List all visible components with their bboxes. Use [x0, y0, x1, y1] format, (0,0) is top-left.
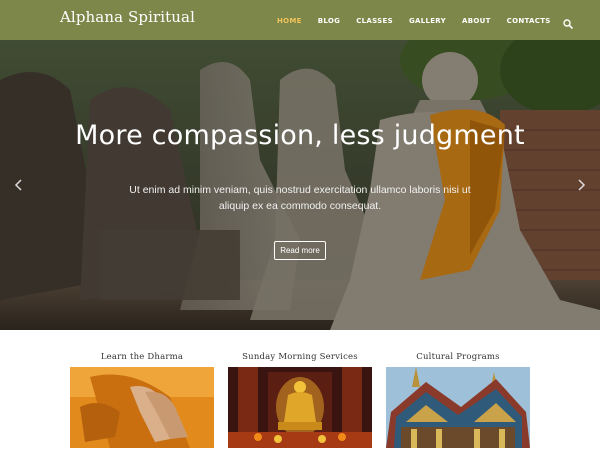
praying-hands-image[interactable] — [70, 367, 214, 448]
site-header: Alphana Spiritual HOME BLOG CLASSES GALL… — [0, 0, 600, 40]
golden-buddha-shrine-image[interactable] — [228, 367, 372, 448]
nav-item-classes[interactable]: CLASSES — [356, 17, 393, 25]
nav-item-about[interactable]: ABOUT — [462, 17, 491, 25]
service-card-cultural[interactable]: Cultural Programs — [386, 352, 530, 448]
service-card-sunday[interactable]: Sunday Morning Services — [228, 352, 372, 448]
search-icon[interactable] — [562, 16, 573, 29]
chevron-left-icon[interactable] — [14, 178, 24, 192]
nav-item-gallery[interactable]: GALLERY — [409, 17, 446, 25]
nav-item-blog[interactable]: BLOG — [318, 17, 340, 25]
service-title[interactable]: Cultural Programs — [386, 352, 530, 364]
site-logo[interactable]: Alphana Spiritual — [60, 8, 195, 26]
hero-slider: More compassion, less judgment Ut enim a… — [0, 40, 600, 330]
read-more-button[interactable]: Read more — [274, 241, 326, 260]
chevron-right-icon[interactable] — [576, 178, 586, 192]
main-nav: HOME BLOG CLASSES GALLERY ABOUT CONTACTS — [277, 15, 573, 29]
thai-temple-roof-image[interactable] — [386, 367, 530, 448]
service-title[interactable]: Sunday Morning Services — [228, 352, 372, 364]
nav-item-home[interactable]: HOME — [277, 17, 302, 25]
hero-title: More compassion, less judgment — [75, 120, 525, 151]
service-title[interactable]: Learn the Dharma — [70, 352, 214, 364]
nav-item-contacts[interactable]: CONTACTS — [507, 17, 551, 25]
hero-text: Ut enim ad minim veniam, quis nostrud ex… — [129, 184, 471, 212]
service-card-dharma[interactable]: Learn the Dharma — [70, 352, 214, 448]
